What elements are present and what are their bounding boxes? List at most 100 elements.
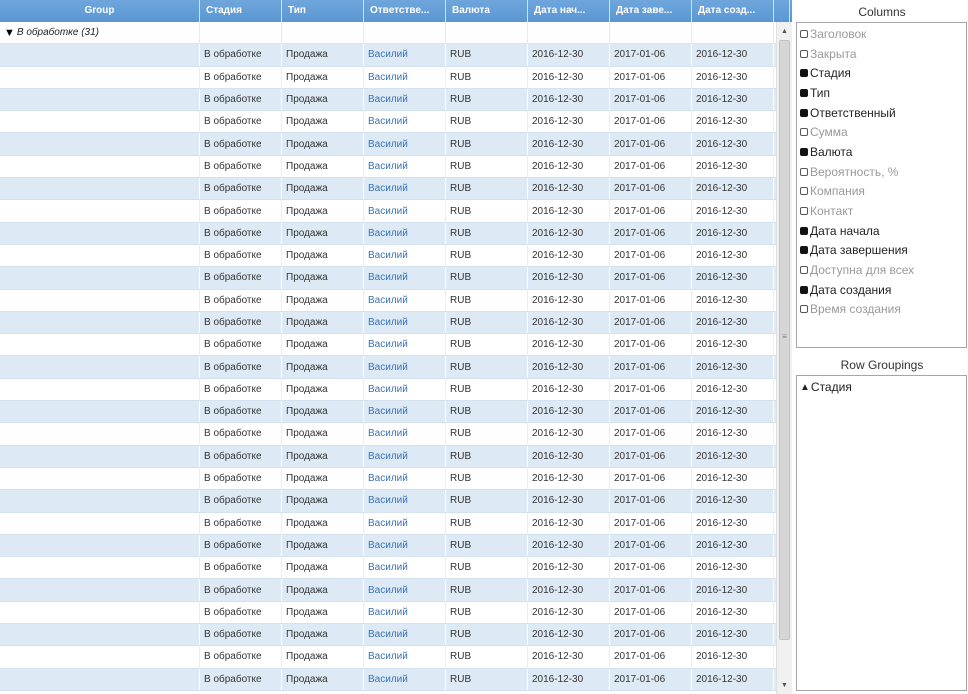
column-toggle-item[interactable]: Время создания xyxy=(797,300,966,320)
owner-cell[interactable]: Василий xyxy=(364,445,446,467)
owner-cell[interactable]: Василий xyxy=(364,222,446,244)
table-row[interactable]: В обработке Продажа Василий RUB 2016-12-30 20… xyxy=(0,178,776,201)
arrow-down-icon[interactable]: ▼ xyxy=(777,678,792,694)
table-row[interactable]: В обработке Продажа Василий RUB 2016-12-30 20… xyxy=(0,155,776,179)
owner-cell[interactable]: Василий xyxy=(364,334,446,356)
owner-cell[interactable]: Василий xyxy=(364,668,446,690)
owner-cell[interactable]: Василий xyxy=(364,111,446,133)
table-row[interactable]: В обработке Продажа Василий RUB 2016-12-30 20… xyxy=(0,534,776,558)
group-cell[interactable]: ▼ В обработке (31) xyxy=(0,22,200,44)
table-row[interactable]: В обработке Продажа Василий RUB 2016-12-30 20… xyxy=(0,512,776,535)
table-row[interactable]: В обработке Продажа Василий RUB 2016-12-30 20… xyxy=(0,490,776,513)
owner-cell[interactable]: Василий xyxy=(364,66,446,88)
table-row[interactable]: В обработке Продажа Василий RUB 2016-12-30 20… xyxy=(0,44,776,67)
table-row[interactable]: В обработке Продажа Василий RUB 2016-12-30 20… xyxy=(0,356,776,379)
column-toggle-item[interactable]: Компания xyxy=(797,182,966,202)
scrollbar-thumb[interactable]: ≡ xyxy=(779,40,790,640)
table-row[interactable]: В обработке Продажа Василий RUB 2016-12-30 20… xyxy=(0,668,776,691)
table-row[interactable]: В обработке Продажа Василий RUB 2016-12-30 20… xyxy=(0,401,776,424)
owner-cell[interactable]: Василий xyxy=(364,200,446,222)
arrow-up-icon[interactable]: ▲ xyxy=(777,24,792,40)
column-toggle-item[interactable]: Стадия xyxy=(797,63,966,83)
owner-cell[interactable]: Василий xyxy=(364,579,446,601)
table-row[interactable]: В обработке Продажа Василий RUB 2016-12-30 20… xyxy=(0,88,776,112)
group-row[interactable]: ▼ В обработке (31) xyxy=(0,22,776,45)
table-row[interactable]: В обработке Продажа Василий RUB 2016-12-30 20… xyxy=(0,579,776,602)
table-row[interactable]: В обработке Продажа Василий RUB 2016-12-30 20… xyxy=(0,423,776,446)
table-row[interactable]: В обработке Продажа Василий RUB 2016-12-30 20… xyxy=(0,133,776,156)
column-toggle-item[interactable]: Сумма xyxy=(797,122,966,142)
created-date-cell: 2016-12-30 xyxy=(692,111,774,133)
header-created-date[interactable]: Дата созд... xyxy=(692,0,774,22)
header-owner[interactable]: Ответстве... xyxy=(364,0,446,22)
row-grouping-item[interactable]: ▲ Стадия xyxy=(797,377,966,397)
column-toggle-item[interactable]: Контакт xyxy=(797,201,966,221)
table-row[interactable]: В обработке Продажа Василий RUB 2016-12-30 20… xyxy=(0,445,776,468)
column-toggle-item[interactable]: Ответственный xyxy=(797,103,966,123)
owner-cell[interactable]: Василий xyxy=(364,534,446,557)
table-row[interactable]: В обработке Продажа Василий RUB 2016-12-30 20… xyxy=(0,334,776,357)
table-row[interactable]: В обработке Продажа Василий RUB 2016-12-30 20… xyxy=(0,624,776,647)
data-grid: Group Стадия Тип Ответстве... Валюта Дат… xyxy=(0,0,792,694)
triangle-up-icon[interactable]: ▲ xyxy=(800,382,810,393)
owner-cell[interactable]: Василий xyxy=(364,356,446,378)
owner-cell[interactable]: Василий xyxy=(364,311,446,334)
table-row[interactable]: В обработке Продажа Василий RUB 2016-12-30 20… xyxy=(0,378,776,402)
header-end-date[interactable]: Дата заве... xyxy=(610,0,692,22)
unchecked-box-icon xyxy=(800,207,808,216)
owner-cell[interactable]: Василий xyxy=(364,423,446,445)
table-row[interactable]: В обработке Продажа Василий RUB 2016-12-30 20… xyxy=(0,311,776,335)
table-row[interactable]: В обработке Продажа Василий RUB 2016-12-30 20… xyxy=(0,200,776,223)
owner-cell[interactable]: Василий xyxy=(364,624,446,646)
table-row[interactable]: В обработке Продажа Василий RUB 2016-12-30 20… xyxy=(0,244,776,268)
owner-cell[interactable]: Василий xyxy=(364,378,446,401)
owner-cell[interactable]: Василий xyxy=(364,178,446,200)
owner-cell[interactable]: Василий xyxy=(364,646,446,668)
owner-cell[interactable]: Василий xyxy=(364,267,446,289)
owner-cell[interactable]: Василий xyxy=(364,557,446,579)
column-toggle-item[interactable]: Доступна для всех xyxy=(797,260,966,280)
column-toggle-item[interactable]: Заголовок xyxy=(797,24,966,44)
column-toggle-item[interactable]: Дата создания xyxy=(797,280,966,300)
table-row[interactable]: В обработке Продажа Василий RUB 2016-12-30 20… xyxy=(0,111,776,134)
header-group[interactable]: Group xyxy=(0,0,200,22)
owner-cell[interactable]: Василий xyxy=(364,490,446,512)
owner-cell[interactable]: Василий xyxy=(364,155,446,178)
header-type[interactable]: Тип xyxy=(282,0,364,22)
column-toggle-item[interactable]: Закрыта xyxy=(797,44,966,64)
header-start-date[interactable]: Дата нач... xyxy=(528,0,610,22)
table-row[interactable]: В обработке Продажа Василий RUB 2016-12-30 20… xyxy=(0,66,776,89)
header-currency[interactable]: Валюта xyxy=(446,0,528,22)
table-row[interactable]: В обработке Продажа Василий RUB 2016-12-30 20… xyxy=(0,646,776,669)
table-row[interactable]: В обработке Продажа Василий RUB 2016-12-30 20… xyxy=(0,267,776,290)
owner-cell[interactable]: Василий xyxy=(364,512,446,534)
column-toggle-item[interactable]: Валюта xyxy=(797,142,966,162)
owner-cell[interactable]: Василий xyxy=(364,601,446,624)
owner-cell[interactable]: Василий xyxy=(364,244,446,267)
table-row[interactable]: В обработке Продажа Василий RUB 2016-12-30 20… xyxy=(0,289,776,312)
owner-cell[interactable]: Василий xyxy=(364,133,446,155)
vertical-scrollbar[interactable]: ▲ ≡ ▼ xyxy=(776,22,792,694)
currency-cell: RUB xyxy=(446,646,528,668)
owner-cell[interactable]: Василий xyxy=(364,289,446,311)
table-row[interactable]: В обработке Продажа Василий RUB 2016-12-30 20… xyxy=(0,601,776,625)
start-date-cell: 2016-12-30 xyxy=(528,66,610,88)
column-toggle-item[interactable]: Тип xyxy=(797,83,966,103)
table-row[interactable]: В обработке Продажа Василий RUB 2016-12-30 20… xyxy=(0,222,776,245)
created-date-cell: 2016-12-30 xyxy=(692,401,774,423)
column-toggle-item[interactable]: Дата начала xyxy=(797,221,966,241)
start-date-cell: 2016-12-30 xyxy=(528,490,610,512)
column-toggle-item[interactable]: Вероятность, % xyxy=(797,162,966,182)
column-toggle-label: Сумма xyxy=(810,125,848,140)
owner-cell[interactable]: Василий xyxy=(364,44,446,66)
owner-cell[interactable]: Василий xyxy=(364,401,446,423)
triangle-down-icon[interactable]: ▼ xyxy=(4,27,15,39)
owner-cell[interactable]: Василий xyxy=(364,467,446,490)
table-row[interactable]: В обработке Продажа Василий RUB 2016-12-30 20… xyxy=(0,557,776,580)
group-column-cell xyxy=(0,534,200,557)
owner-cell[interactable]: Василий xyxy=(364,88,446,111)
column-toggle-label: Вероятность, % xyxy=(810,164,899,179)
table-row[interactable]: В обработке Продажа Василий RUB 2016-12-30 20… xyxy=(0,467,776,491)
column-toggle-item[interactable]: Дата завершения xyxy=(797,241,966,261)
header-stage[interactable]: Стадия xyxy=(200,0,282,22)
